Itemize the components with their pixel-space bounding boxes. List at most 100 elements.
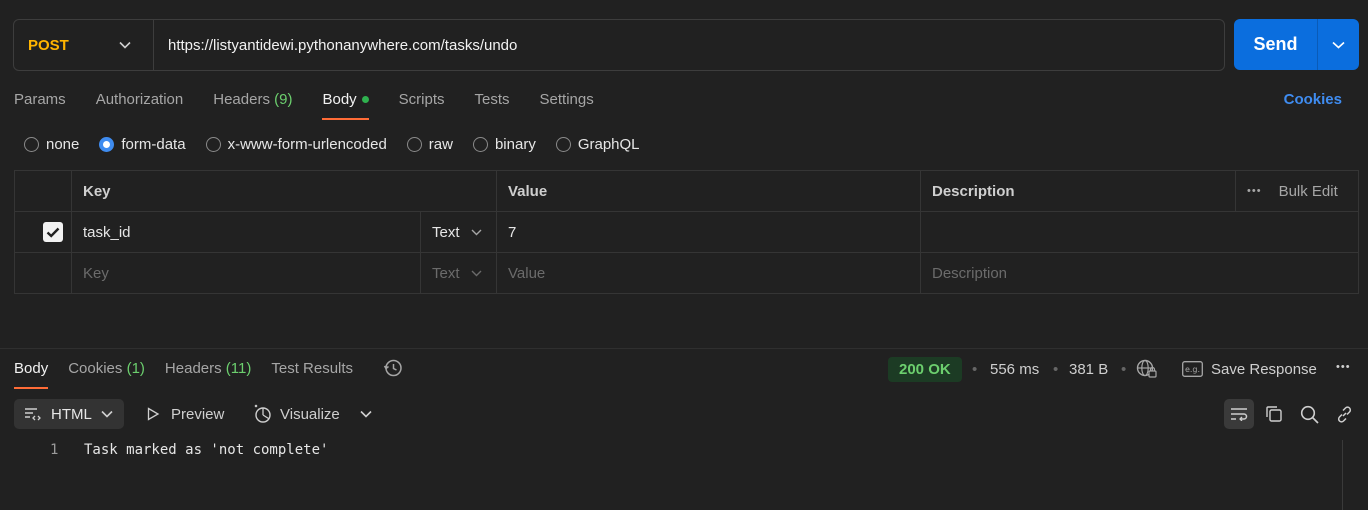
value-input[interactable]: Value <box>496 253 920 294</box>
response-time[interactable]: 556 ms <box>990 361 1039 378</box>
response-tab-test-results[interactable]: Test Results <box>271 358 353 389</box>
radio-label: none <box>46 136 80 153</box>
separator-dot: • <box>1121 361 1127 378</box>
radio-circle <box>406 137 422 152</box>
radio-graphql[interactable]: GraphQL <box>555 136 640 153</box>
request-bar: POST https://listyantidewi.pythonanywher… <box>13 19 1225 71</box>
value-input[interactable]: 7 <box>496 212 920 252</box>
format-label: HTML <box>51 405 92 423</box>
modified-dot-icon <box>361 95 369 103</box>
wrap-format-icon <box>25 408 41 421</box>
checkbox-checked-icon <box>43 222 63 242</box>
url-input[interactable]: https://listyantidewi.pythonanywhere.com… <box>154 37 517 54</box>
tab-headers[interactable]: Headers (9) <box>213 88 292 120</box>
save-example-icon: e.g. <box>1182 361 1203 377</box>
tab-authorization[interactable]: Authorization <box>96 88 184 120</box>
tab-count: (9) <box>274 91 293 108</box>
header-key: Key <box>71 171 496 211</box>
tab-params[interactable]: Params <box>14 88 66 120</box>
radio-label: raw <box>428 136 453 153</box>
separator-dot: • <box>972 361 978 378</box>
format-select[interactable]: HTML <box>14 399 124 429</box>
more-icon: ••• <box>1247 185 1262 197</box>
tab-body[interactable]: Body <box>322 88 369 120</box>
visualize-icon <box>254 404 271 423</box>
network-globe-icon[interactable] <box>1136 359 1158 383</box>
send-button[interactable]: Send <box>1234 19 1318 70</box>
response-size[interactable]: 381 B <box>1069 361 1108 378</box>
tab-scripts[interactable]: Scripts <box>399 88 445 120</box>
response-divider <box>0 348 1368 349</box>
tab-label: Tests <box>474 91 510 108</box>
chevron-down-icon <box>101 410 113 418</box>
tab-settings[interactable]: Settings <box>540 88 594 120</box>
method-label: POST <box>28 36 69 54</box>
scrollbar[interactable] <box>1342 440 1343 510</box>
radio-raw[interactable]: raw <box>406 136 453 153</box>
save-response-label: Save Response <box>1211 360 1317 378</box>
radio-none[interactable]: none <box>24 136 79 153</box>
radio-label: x-www-form-urlencoded <box>227 136 387 153</box>
tab-label: Scripts <box>398 91 445 108</box>
header-description: Description <box>920 171 1235 211</box>
more-options-icon[interactable]: ••• <box>1336 361 1351 373</box>
header-check-cell <box>15 171 71 211</box>
visualize-button[interactable]: Visualize <box>253 399 340 429</box>
separator-dot: • <box>1053 361 1059 378</box>
chevron-down-icon <box>1332 41 1345 49</box>
radio-label: binary <box>494 136 536 153</box>
type-select[interactable]: Text <box>420 253 496 294</box>
response-tab-cookies[interactable]: Cookies (1) <box>68 358 145 389</box>
response-tab-body[interactable]: Body <box>14 358 49 389</box>
description-input[interactable]: Description <box>920 253 1359 294</box>
radio-label: form-data <box>121 136 186 153</box>
visualize-dropdown[interactable] <box>360 399 372 429</box>
radio-urlencoded[interactable]: x-www-form-urlencoded <box>205 136 387 153</box>
method-select[interactable]: POST <box>14 20 154 70</box>
key-input[interactable]: Key <box>71 253 420 294</box>
radio-circle <box>24 137 39 152</box>
response-tab-headers[interactable]: Headers (11) <box>165 358 251 389</box>
copy-button[interactable] <box>1259 399 1289 429</box>
row-checkbox[interactable] <box>15 212 71 252</box>
visualize-label: Visualize <box>280 405 340 423</box>
type-label: Text <box>432 265 460 282</box>
copy-icon <box>1266 406 1282 422</box>
tab-label: Body <box>14 360 49 377</box>
chevron-down-icon <box>119 41 131 49</box>
cookies-link[interactable]: Cookies <box>1284 91 1342 108</box>
table-header-row: Key Value Description ••• Bulk Edit <box>15 171 1358 212</box>
row-checkbox-empty <box>15 253 71 294</box>
search-icon <box>1300 405 1319 424</box>
radio-form-data[interactable]: form-data <box>99 136 186 153</box>
bulk-edit-label: Bulk Edit <box>1278 182 1338 200</box>
type-label: Text <box>432 223 460 241</box>
type-select[interactable]: Text <box>420 212 496 252</box>
tab-label: Headers <box>164 360 222 377</box>
tab-tests[interactable]: Tests <box>475 88 510 120</box>
svg-text:e.g.: e.g. <box>1185 365 1200 374</box>
link-button[interactable] <box>1329 399 1359 429</box>
tab-label: Settings <box>539 91 594 108</box>
header-value: Value <box>496 171 920 211</box>
chevron-down-icon <box>471 270 482 277</box>
radio-binary[interactable]: binary <box>472 136 536 153</box>
status-badge[interactable]: 200 OK <box>888 357 962 382</box>
code-line: Task marked as 'not complete' <box>84 442 329 458</box>
preview-button[interactable]: Preview <box>146 399 224 429</box>
description-input[interactable] <box>920 212 1359 252</box>
body-type-options: none form-data x-www-form-urlencoded raw… <box>24 136 660 153</box>
key-input[interactable]: task_id <box>71 212 420 252</box>
tab-label: Headers <box>213 91 270 108</box>
tab-label: Test Results <box>271 360 354 377</box>
history-button[interactable] <box>383 358 403 389</box>
preview-label: Preview <box>171 405 225 423</box>
search-button[interactable] <box>1294 399 1324 429</box>
tab-count: (1) <box>126 360 145 377</box>
bulk-edit-button[interactable]: ••• Bulk Edit <box>1235 171 1359 211</box>
send-options-button[interactable] <box>1318 19 1359 70</box>
wrap-lines-button[interactable] <box>1224 399 1254 429</box>
save-response-button[interactable]: e.g. Save Response <box>1182 358 1317 380</box>
radio-circle <box>472 137 488 152</box>
request-tabs: Params Authorization Headers (9) Body Sc… <box>14 88 624 120</box>
